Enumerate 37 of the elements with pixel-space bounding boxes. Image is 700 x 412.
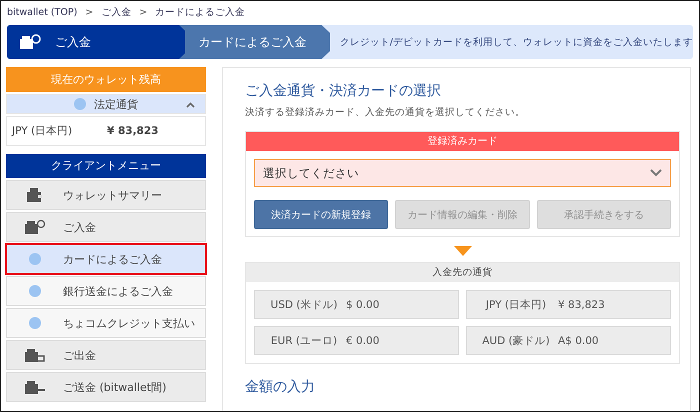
wallet-arrow-icon	[24, 379, 46, 395]
section-description: 決済する登録済みカード、入金先の通貨を選択してください。	[245, 106, 526, 119]
wallet-coin-icon	[24, 219, 46, 235]
step-label: ご入金	[7, 25, 185, 59]
menu-header: クライアントメニュー	[6, 154, 206, 178]
menu-item[interactable]: カードによるご入金	[6, 244, 206, 274]
card-select[interactable]: 選択してください	[254, 159, 671, 187]
section-title: 金額の入力	[245, 378, 316, 396]
balance-currency: JPY (日本円)	[12, 124, 74, 138]
wallet-coin-icon	[19, 34, 41, 50]
currency-section-toggle[interactable]: 法定通貨	[6, 94, 206, 114]
breadcrumb-link[interactable]: カードによるご入金	[155, 6, 246, 18]
card-box-header: 登録済みカード	[246, 132, 679, 151]
wallet-icon	[25, 187, 45, 203]
currency-option[interactable]: AUD (豪ドル) A$ 0.00	[466, 326, 671, 355]
breadcrumb-separator: >	[85, 6, 94, 18]
down-triangle-icon	[454, 246, 472, 256]
menu-item[interactable]: ご入金	[6, 212, 206, 242]
breadcrumb-link[interactable]: ご入金	[101, 6, 132, 18]
step-description: クレジット/デビットカードを利用して、ウォレットに資金をご入金いたします	[338, 36, 693, 50]
action-button[interactable]: 決済カードの新規登録	[254, 200, 388, 229]
section-title: ご入金通貨・決済カードの選択	[245, 82, 442, 100]
balance-amount: ¥ 83,823	[107, 125, 158, 137]
wallet-balance-header: 現在のウォレット残高	[6, 67, 206, 92]
currency-option[interactable]: USD (米ドル) $ 0.00	[254, 290, 459, 319]
menu-item[interactable]: ちょコムクレジット支払い	[6, 308, 206, 338]
menu-item[interactable]: ご出金	[6, 340, 206, 370]
breadcrumb-link[interactable]: bitwallet (TOP)	[7, 6, 78, 18]
menu-item[interactable]: ウォレットサマリー	[6, 180, 206, 210]
menu-item[interactable]: 銀行送金によるご入金	[6, 276, 206, 306]
breadcrumb-separator: >	[139, 6, 148, 18]
chevron-icon	[650, 169, 662, 177]
currency-option[interactable]: EUR (ユーロ) € 0.00	[254, 326, 459, 355]
currency-option[interactable]: JPY (日本円) ¥ 83,823	[466, 290, 671, 319]
chevron-icon	[186, 102, 195, 108]
currency-box-header: 入金先の通貨	[246, 263, 679, 282]
menu-item[interactable]: ご送金 (bitwallet間)	[6, 372, 206, 402]
